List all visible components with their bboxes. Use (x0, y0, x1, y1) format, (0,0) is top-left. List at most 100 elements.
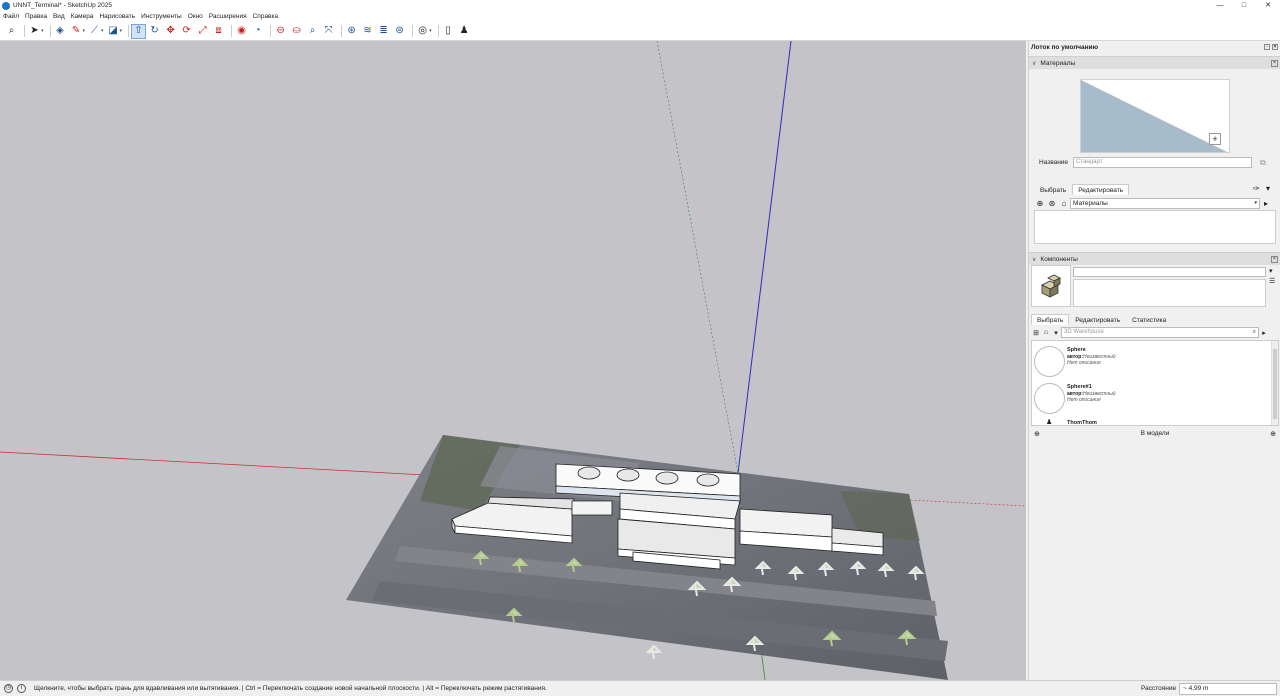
chevron-down-icon[interactable]: ▾ (101, 28, 104, 34)
toolbar-separator (231, 25, 233, 37)
materials-grid[interactable] (1034, 210, 1276, 244)
details-icon[interactable]: ▸ (1259, 329, 1269, 337)
list-item[interactable]: Sphere#1 автор:Неизвестный Нет описания (1032, 380, 1270, 416)
zoom-extents-icon[interactable]: ⤧ (322, 25, 335, 38)
search-icon[interactable]: ⌕ (5, 25, 18, 38)
push-pull-icon[interactable]: ⇧ (131, 23, 147, 39)
scale-icon[interactable]: ⤢ (196, 25, 209, 38)
extension-icon[interactable]: ≋ (361, 25, 374, 38)
eraser-icon[interactable]: ◈ (54, 25, 67, 38)
in-model-label[interactable]: В модели (1141, 430, 1170, 437)
tab-materials-select[interactable]: Выбрать (1034, 184, 1072, 195)
component-side-icons: ▾ ☰ (1269, 267, 1275, 285)
chevron-down-icon[interactable]: ▾ (429, 28, 432, 34)
materials-panel-header[interactable]: ∨ Материалы × (1029, 56, 1280, 69)
stack-icon[interactable]: ☰ (1269, 277, 1275, 285)
home-icon[interactable]: ⌂ (1041, 329, 1051, 336)
create-material-button[interactable]: + (1209, 133, 1221, 145)
paint-bucket-icon[interactable]: ⛀ (290, 25, 303, 38)
orbit-icon[interactable]: ⌕ (306, 25, 319, 38)
menu-view[interactable]: Вид (53, 13, 65, 20)
layers-icon[interactable]: ≣ (377, 25, 390, 38)
bucket-icon[interactable]: ▾ (1269, 267, 1275, 275)
warehouse-icon[interactable]: ⊛ (345, 25, 358, 38)
menu-help[interactable]: Справка (253, 13, 279, 20)
chevron-down-icon[interactable]: ▾ (1051, 329, 1061, 337)
nav-icon[interactable]: ⊕ (1270, 430, 1276, 438)
measurements-input[interactable]: ~ 4,99 m (1179, 683, 1277, 695)
component-name-field[interactable] (1073, 267, 1266, 277)
close-button[interactable]: ✕ (1256, 0, 1280, 11)
menu-edit[interactable]: Правка (25, 13, 47, 20)
forward-icon[interactable]: ⊛ (1046, 199, 1058, 208)
details-icon[interactable]: ▸ (1260, 199, 1272, 208)
close-icon[interactable]: × (1271, 60, 1278, 67)
list-item[interactable]: ♟ ThomThom (1032, 417, 1270, 425)
menu-window[interactable]: Окно (188, 13, 203, 20)
scene-canvas[interactable] (0, 41, 1026, 680)
component-description-field[interactable] (1073, 279, 1266, 307)
list-scrollbar[interactable] (1271, 341, 1278, 425)
materials-tabs: Выбрать Редактировать (1034, 184, 1130, 195)
tape-measure-icon[interactable]: ◉ (235, 25, 248, 38)
back-icon[interactable]: ⊕ (1034, 199, 1046, 208)
menu-file[interactable]: Файл (3, 13, 19, 20)
eyedropper-icon[interactable]: ✑ (1253, 184, 1260, 193)
move-icon[interactable]: ✥ (164, 25, 177, 38)
tab-materials-edit[interactable]: Редактировать (1072, 184, 1130, 195)
menu-draw[interactable]: Нарисовать (99, 13, 135, 20)
components-list[interactable]: Sphere автор:Неизвестный Нет описания Sp… (1031, 340, 1279, 426)
nav-icon[interactable]: ⊕ (1034, 430, 1040, 438)
chevron-down-icon: ▾ (1254, 200, 1257, 206)
select-arrow-icon[interactable]: ➤ (28, 25, 41, 38)
rotate-icon[interactable]: ⟳ (180, 25, 193, 38)
close-icon[interactable]: × (1272, 44, 1278, 50)
component-item-desc: Нет описания (1067, 397, 1101, 403)
chevron-down-icon[interactable]: ∨ (1032, 256, 1036, 263)
search-icon[interactable]: ⌕ (1253, 328, 1256, 337)
chevron-down-icon[interactable]: ∨ (1032, 60, 1036, 67)
home-icon[interactable]: ⌂ (1058, 199, 1070, 208)
info-icon[interactable]: i (17, 684, 26, 693)
chevron-down-icon[interactable]: ▾ (120, 28, 123, 34)
line-icon[interactable]: ⟋ (88, 25, 101, 38)
menu-camera[interactable]: Камера (71, 13, 94, 20)
components-panel-header[interactable]: ∨ Компоненты × (1029, 252, 1280, 265)
shape-icon[interactable]: ◪ (107, 25, 120, 38)
menu-tools[interactable]: Инструменты (141, 13, 182, 20)
list-item[interactable]: Sphere автор:Неизвестный Нет описания (1032, 343, 1270, 379)
materials-panel-title: Материалы (1040, 59, 1076, 67)
profile-icon[interactable]: ◎ (416, 25, 429, 38)
warehouse-search-input[interactable]: 3D Warehouse ⌕ (1061, 327, 1259, 338)
pin-icon[interactable]: ▫ (1264, 44, 1270, 50)
layers-stack-icon[interactable]: ⊜ (393, 25, 406, 38)
tab-components-stats[interactable]: Статистика (1126, 314, 1172, 325)
copy-icon[interactable]: ⧉ (1260, 158, 1266, 168)
materials-collection-select[interactable]: Материалы ▾ (1070, 198, 1260, 209)
chevron-down-icon[interactable]: ▾ (41, 28, 44, 34)
document-icon[interactable]: ▯ (442, 25, 455, 38)
bucket-icon[interactable]: ▾ (1266, 184, 1270, 193)
status-message: Щелкните, чтобы выбрать грань для вдавли… (34, 685, 547, 692)
offset-icon[interactable]: ⧈ (212, 25, 225, 38)
pencil-icon[interactable]: ✎ (70, 25, 83, 38)
scrollbar-thumb[interactable] (1273, 349, 1277, 419)
sphere-thumbnail (1034, 383, 1065, 414)
components-search-row: ⊞ ⌂ ▾ 3D Warehouse ⌕ ▸ (1031, 327, 1279, 338)
tab-components-edit[interactable]: Редактировать (1069, 314, 1126, 325)
minimize-button[interactable]: — (1208, 0, 1232, 11)
modeling-viewport[interactable] (0, 41, 1026, 680)
geo-location-icon[interactable]: ◷ (4, 684, 13, 693)
section-icon[interactable]: ⊖ (274, 25, 287, 38)
user-icon[interactable]: ♟ (458, 25, 471, 38)
follow-me-icon[interactable]: ↻ (148, 25, 161, 38)
view-options-icon[interactable]: ⊞ (1031, 329, 1041, 337)
menu-extensions[interactable]: Расширения (209, 13, 247, 20)
maximize-button[interactable]: □ (1232, 0, 1256, 11)
chevron-down-icon[interactable]: ▾ (83, 28, 86, 34)
close-icon[interactable]: × (1271, 256, 1278, 263)
tab-components-select[interactable]: Выбрать (1031, 314, 1070, 325)
material-name-label: Название (1039, 159, 1069, 166)
protractor-icon[interactable]: ◔ (251, 25, 264, 38)
material-name-input[interactable]: Стандарт (1073, 157, 1252, 168)
